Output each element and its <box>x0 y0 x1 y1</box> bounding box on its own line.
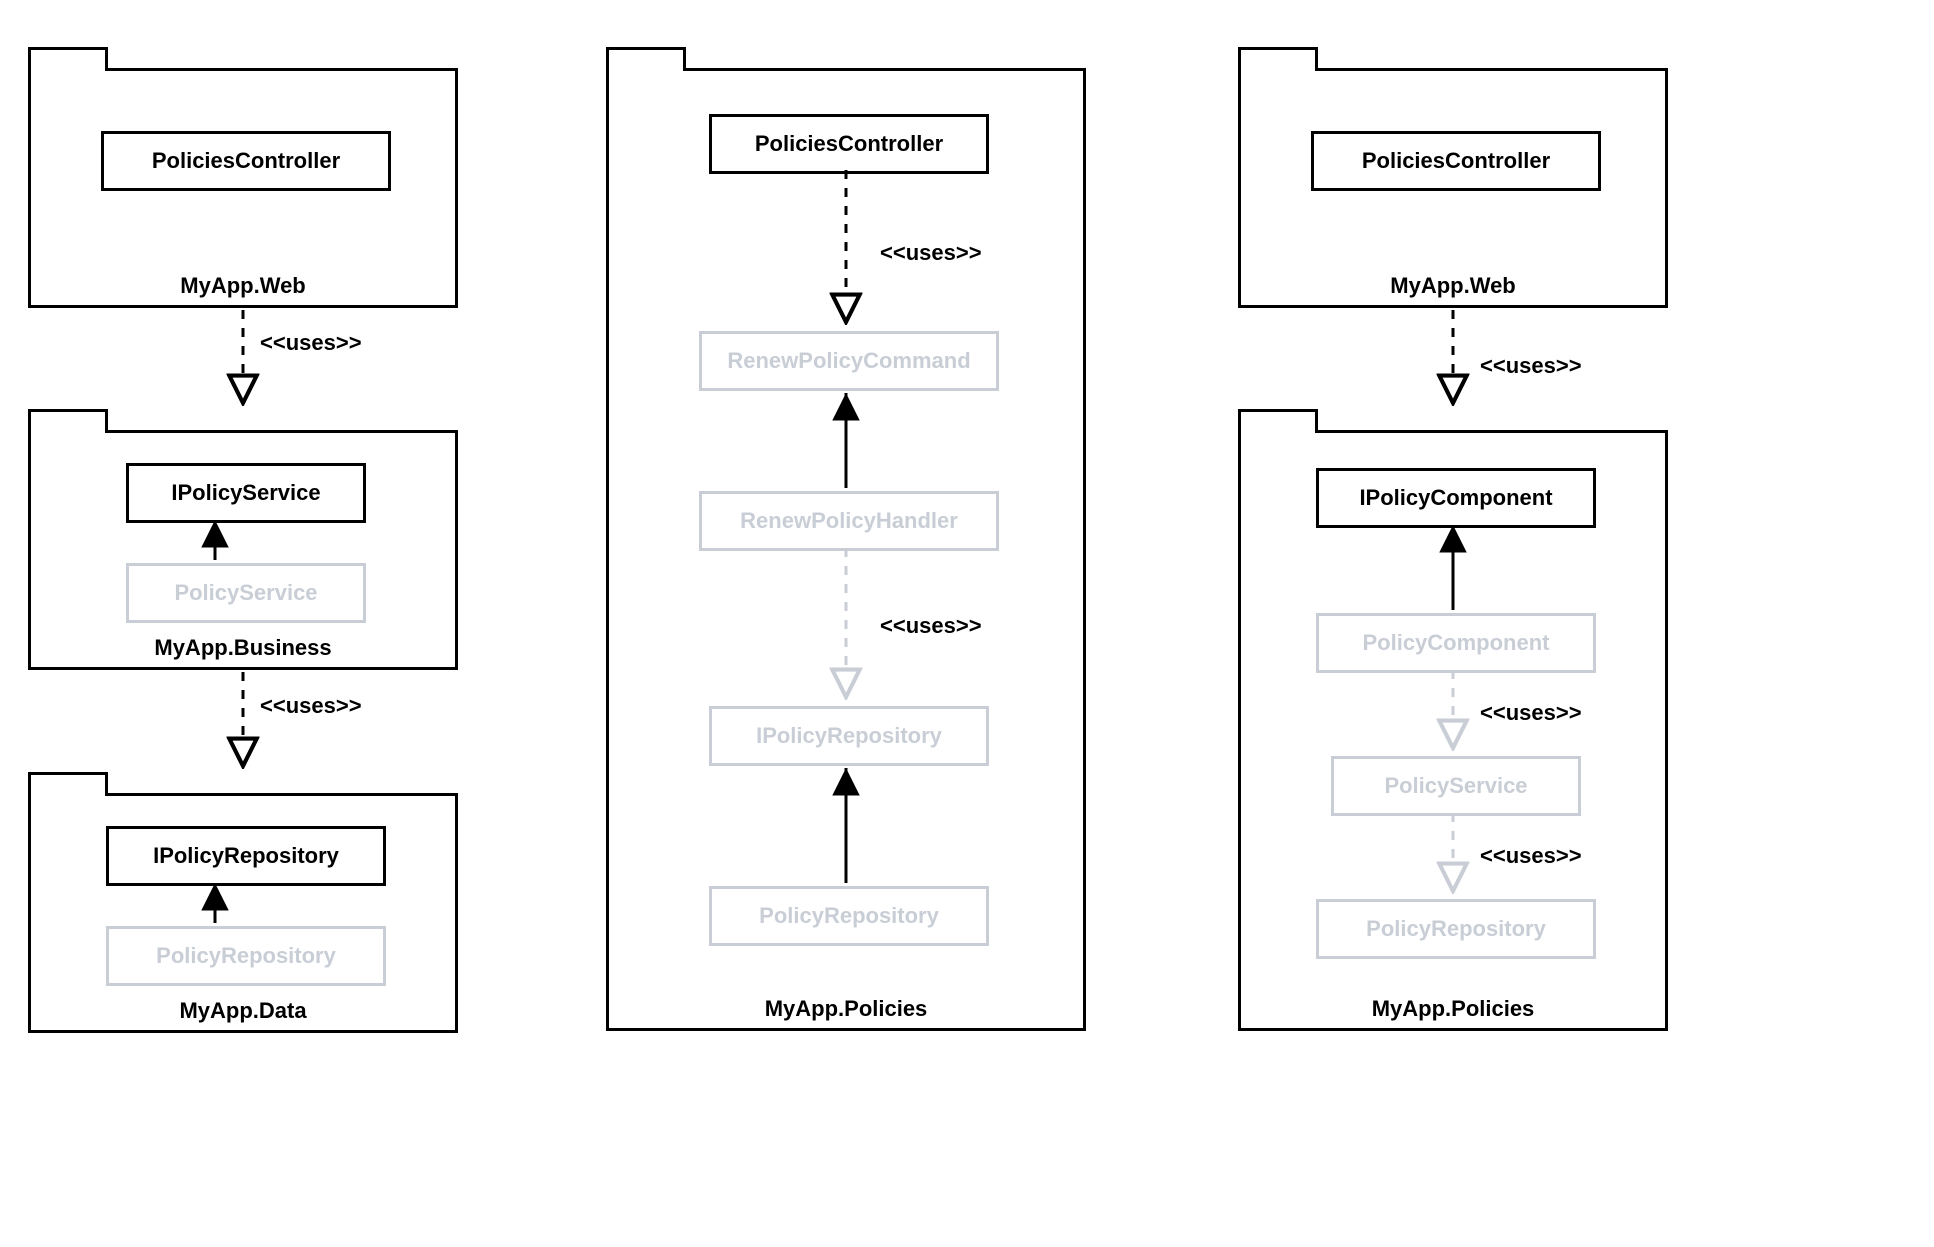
interface-ipolicy-repository: IPolicyRepository <box>106 826 386 886</box>
package-tab-icon <box>28 409 108 433</box>
uses-label: <<uses>> <box>1480 843 1582 869</box>
package-myapp-policies-col2: PoliciesController RenewPolicyCommand Re… <box>606 68 1086 1031</box>
package-tab-icon <box>28 772 108 796</box>
package-label: MyApp.Policies <box>765 996 928 1022</box>
class-policies-controller: PoliciesController <box>101 131 391 191</box>
package-label: MyApp.Web <box>1390 273 1515 299</box>
class-renew-policy-handler: RenewPolicyHandler <box>699 491 999 551</box>
package-label: MyApp.Policies <box>1372 996 1535 1022</box>
class-policy-service: PolicyService <box>126 563 366 623</box>
class-policy-service: PolicyService <box>1331 756 1581 816</box>
uses-label: <<uses>> <box>880 613 982 639</box>
interface-ipolicy-component: IPolicyComponent <box>1316 468 1596 528</box>
uses-label: <<uses>> <box>260 330 362 356</box>
package-myapp-web-col3: PoliciesController MyApp.Web <box>1238 68 1668 308</box>
class-policy-repository: PolicyRepository <box>1316 899 1596 959</box>
class-policies-controller: PoliciesController <box>1311 131 1601 191</box>
uses-label: <<uses>> <box>880 240 982 266</box>
package-label: MyApp.Data <box>179 998 306 1024</box>
diagram-canvas: PoliciesController MyApp.Web <<uses>> IP… <box>0 0 1934 1247</box>
package-tab-icon <box>1238 47 1318 71</box>
package-myapp-web-col1: PoliciesController MyApp.Web <box>28 68 458 308</box>
interface-ipolicy-repository: IPolicyRepository <box>709 706 989 766</box>
package-myapp-business: IPolicyService PolicyService MyApp.Busin… <box>28 430 458 670</box>
package-tab-icon <box>606 47 686 71</box>
package-tab-icon <box>1238 409 1318 433</box>
class-policies-controller: PoliciesController <box>709 114 989 174</box>
package-tab-icon <box>28 47 108 71</box>
package-myapp-policies-col3: IPolicyComponent PolicyComponent PolicyS… <box>1238 430 1668 1031</box>
class-policy-repository: PolicyRepository <box>709 886 989 946</box>
uses-label: <<uses>> <box>1480 353 1582 379</box>
uses-label: <<uses>> <box>260 693 362 719</box>
class-renew-policy-command: RenewPolicyCommand <box>699 331 999 391</box>
class-policy-repository: PolicyRepository <box>106 926 386 986</box>
package-myapp-data: IPolicyRepository PolicyRepository MyApp… <box>28 793 458 1033</box>
package-label: MyApp.Web <box>180 273 305 299</box>
uses-label: <<uses>> <box>1480 700 1582 726</box>
package-label: MyApp.Business <box>154 635 331 661</box>
interface-ipolicy-service: IPolicyService <box>126 463 366 523</box>
class-policy-component: PolicyComponent <box>1316 613 1596 673</box>
